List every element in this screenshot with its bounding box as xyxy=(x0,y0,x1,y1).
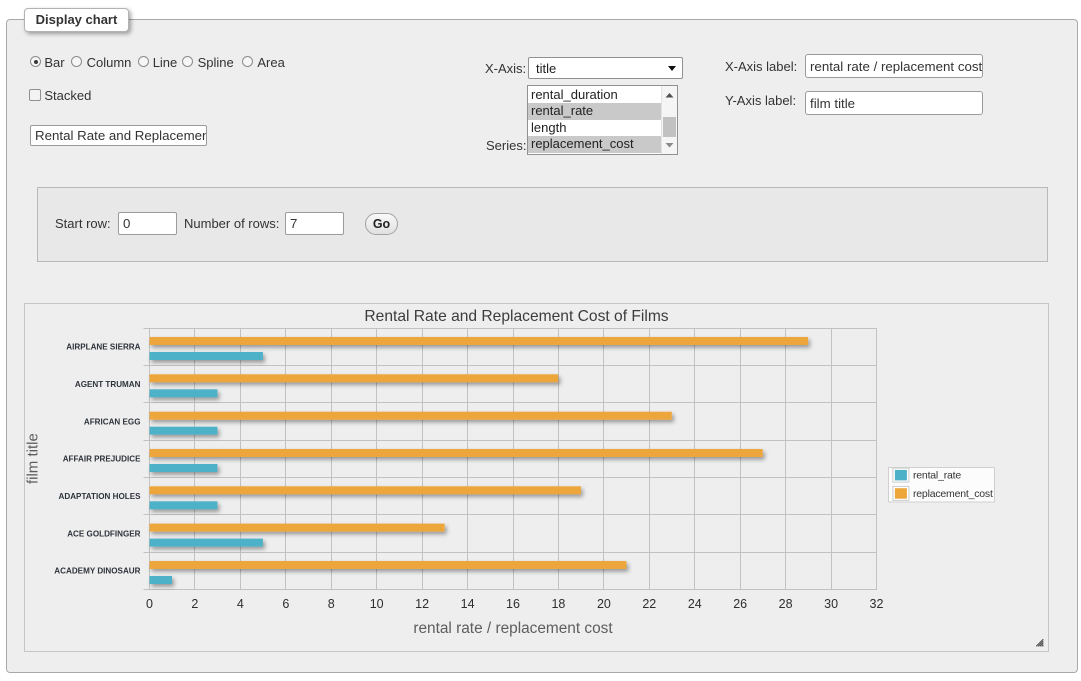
svg-text:24: 24 xyxy=(688,597,702,611)
svg-text:22: 22 xyxy=(642,597,656,611)
svg-text:ACADEMY DINOSAUR: ACADEMY DINOSAUR xyxy=(54,567,140,576)
svg-text:4: 4 xyxy=(237,597,244,611)
svg-text:20: 20 xyxy=(597,597,611,611)
svg-text:6: 6 xyxy=(282,597,289,611)
svg-text:0: 0 xyxy=(146,597,153,611)
svg-text:ACE GOLDFINGER: ACE GOLDFINGER xyxy=(67,529,140,538)
svg-text:14: 14 xyxy=(461,597,475,611)
svg-text:16: 16 xyxy=(506,597,520,611)
svg-text:2: 2 xyxy=(191,597,198,611)
svg-text:32: 32 xyxy=(870,597,884,611)
svg-text:AIRPLANE SIERRA: AIRPLANE SIERRA xyxy=(66,343,140,352)
svg-text:18: 18 xyxy=(551,597,565,611)
svg-text:30: 30 xyxy=(824,597,838,611)
svg-text:film title: film title xyxy=(25,433,42,484)
svg-text:10: 10 xyxy=(370,597,384,611)
svg-text:rental rate / replacement cost: rental rate / replacement cost xyxy=(413,620,613,637)
svg-text:28: 28 xyxy=(779,597,793,611)
svg-text:ADAPTATION HOLES: ADAPTATION HOLES xyxy=(59,492,142,501)
svg-text:26: 26 xyxy=(733,597,747,611)
svg-text:AGENT TRUMAN: AGENT TRUMAN xyxy=(75,380,141,389)
svg-text:Rental Rate and Replacement Co: Rental Rate and Replacement Cost of Film… xyxy=(364,308,668,325)
svg-text:AFFAIR PREJUDICE: AFFAIR PREJUDICE xyxy=(63,455,141,464)
svg-text:AFRICAN EGG: AFRICAN EGG xyxy=(84,417,141,426)
svg-text:rental_rate: rental_rate xyxy=(913,470,961,482)
svg-text:8: 8 xyxy=(328,597,335,611)
svg-text:replacement_cost: replacement_cost xyxy=(913,488,993,500)
svg-text:12: 12 xyxy=(415,597,429,611)
